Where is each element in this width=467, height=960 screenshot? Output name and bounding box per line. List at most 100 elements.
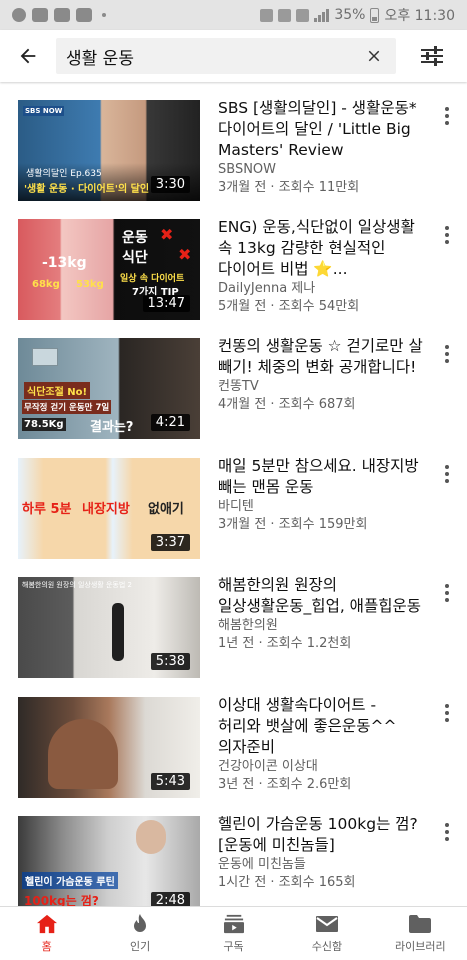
x-mark-icon: ✖ [178, 245, 192, 264]
video-meta: 3년 전 · 조회수 2.6만회 [218, 777, 352, 792]
arrow-left-icon [20, 48, 36, 64]
channel-name: 컨똥TV [218, 379, 259, 394]
video-meta: 1시간 전 · 조회수 165회 [218, 875, 356, 890]
sliders-icon [420, 46, 443, 66]
nav-subscriptions[interactable]: 구독 [187, 907, 280, 960]
video-title[interactable]: 이상대 생활속다이어트 - 허리와 뱃살에 좋은운동^^ 의자준비 [218, 695, 423, 758]
video-duration: 13:47 [142, 295, 190, 312]
channel-name: SBSNOW [218, 162, 277, 177]
home-icon [35, 913, 59, 935]
more-options-icon[interactable] [437, 104, 457, 128]
subscriptions-icon [222, 913, 246, 935]
back-button[interactable] [0, 30, 56, 82]
video-thumbnail[interactable]: 5:43 [18, 697, 200, 798]
search-box[interactable] [56, 38, 396, 74]
thumb-caption: 해봄한의원 원장의 일상생활 운동법 2 [22, 581, 132, 589]
thumb-headline: '생활 운동 · 다이어트'의 달인 [24, 184, 150, 195]
result-item[interactable]: 식단조절 No! 무작정 걷기 운동만 7일 78.5Kg 결과는? 4:21 … [0, 320, 467, 440]
thumb-logo-text: SBS NOW [23, 106, 65, 116]
video-meta: 4개월 전 · 조회수 687회 [218, 397, 356, 412]
person-figure [48, 719, 118, 789]
thumb-text: 식단조절 No! [24, 382, 91, 399]
nav-trending[interactable]: 인기 [93, 907, 186, 960]
result-item[interactable]: 하루 5분 내장지방 없애기 3:37 매일 5분만 참으세요. 내장지방 빼는… [0, 440, 467, 560]
bottom-nav: 홈 인기 구독 수신함 라이브러리 [0, 906, 467, 960]
thumb-text: 53kg [76, 279, 104, 290]
signal-icon [314, 8, 330, 22]
video-title[interactable]: 매일 5분만 참으세요. 내장지방 빼는 맨몸 운동 [218, 456, 423, 498]
thumb-text: 없애기 [148, 502, 184, 517]
video-meta: 1년 전 · 조회수 1.2천회 [218, 636, 352, 651]
channel-name: 건강아이콘 이상대 [218, 759, 318, 774]
channel-name: 운동에 미친놈들 [218, 857, 306, 872]
mail-icon [315, 913, 339, 935]
result-item[interactable]: 헬린이 가슴운동 루틴 100kg는 껌? 2:48 헬린이 가슴운동 100k… [0, 798, 467, 906]
video-title[interactable]: 헬린이 가슴운동 100kg는 껌? [운동에 미친놈들] [218, 814, 423, 856]
video-duration: 3:37 [150, 534, 190, 551]
more-options-icon[interactable] [437, 820, 457, 844]
clock: 오후 11:30 [384, 8, 455, 24]
nav-subscriptions-label: 구독 [223, 940, 244, 953]
video-duration: 2:48 [150, 892, 190, 906]
video-thumbnail[interactable]: 헬린이 가슴운동 루틴 100kg는 껌? 2:48 [18, 816, 200, 906]
filter-button[interactable] [396, 30, 467, 82]
more-options-icon[interactable] [437, 342, 457, 366]
result-item[interactable]: SBS NOW 생활의달인 Ep.635 '생활 운동 · 다이어트'의 달인 … [0, 82, 467, 202]
thumb-text: 68kg [32, 279, 60, 290]
channel-name: DailyJenna 제나 [218, 281, 316, 296]
channel-name: 바디텐 [218, 499, 254, 514]
gallery-notification-icon [76, 8, 92, 22]
nav-home[interactable]: 홈 [0, 907, 93, 960]
thumb-caption: 생활의달인 Ep.635 [26, 169, 102, 179]
video-thumbnail[interactable]: 해봄한의원 원장의 일상생활 운동법 2 5:38 [18, 577, 200, 678]
battery-icon [370, 7, 380, 23]
channel-name: 해봄한의원 [218, 618, 278, 633]
video-duration: 4:21 [150, 414, 190, 431]
thumb-text: 헬린이 가슴운동 루틴 [22, 872, 118, 889]
search-results: SBS NOW 생활의달인 Ep.635 '생활 운동 · 다이어트'의 달인 … [0, 82, 467, 906]
nav-trending-label: 인기 [129, 940, 151, 953]
flame-icon [128, 913, 152, 935]
thumb-text: -13kg [42, 255, 87, 271]
message-notification-icon [32, 8, 48, 22]
video-thumbnail[interactable]: 식단조절 No! 무작정 걷기 운동만 7일 78.5Kg 결과는? 4:21 [18, 338, 200, 439]
nav-inbox[interactable]: 수신함 [280, 907, 373, 960]
thumb-text: 운동 [122, 230, 148, 246]
person-figure [112, 603, 124, 661]
person-face [136, 820, 166, 854]
more-options-icon[interactable] [437, 701, 457, 725]
video-thumbnail[interactable]: SBS NOW 생활의달인 Ep.635 '생활 운동 · 다이어트'의 달인 … [18, 100, 200, 201]
nav-library-label: 라이브러리 [395, 940, 446, 953]
nav-home-label: 홈 [41, 940, 52, 953]
video-duration: 3:30 [150, 176, 190, 193]
video-title[interactable]: 해봄한의원 원장의 일상생활운동_힙업, 애플힙운동 [218, 575, 423, 617]
video-thumbnail[interactable]: 하루 5분 내장지방 없애기 3:37 [18, 458, 200, 559]
result-item[interactable]: -13kg 68kg 53kg 운동 ✖ 식단 ✖ 일상 속 다이어트 7가지 … [0, 201, 467, 321]
search-input[interactable] [66, 46, 360, 66]
chat-notification-icon [54, 8, 70, 22]
clear-search-button[interactable] [360, 42, 388, 70]
more-notifications-icon [102, 13, 106, 17]
x-mark-icon: ✖ [160, 225, 174, 244]
system-status: 35% 오후 11:30 [260, 5, 455, 25]
status-bar: 35% 오후 11:30 [0, 0, 467, 30]
close-icon [368, 50, 380, 62]
search-header [0, 30, 467, 82]
video-duration: 5:43 [150, 773, 190, 790]
video-title[interactable]: 컨똥의 생활운동 ☆ 걷기로만 살 빼기! 체중의 변화 공개합니다! [218, 336, 423, 378]
alarm-icon [278, 8, 292, 22]
video-title[interactable]: SBS [생활의달인] - 생활운동*다이어트의 달인 / 'Little Bi… [218, 98, 423, 161]
video-title[interactable]: ENG) 운동,식단없이 일상생활 속 13kg 감량한 현실적인 다이어트 비… [218, 217, 423, 280]
battery-percent: 35% [334, 7, 366, 23]
more-options-icon[interactable] [437, 223, 457, 247]
nav-library[interactable]: 라이브러리 [374, 907, 467, 960]
result-item[interactable]: 해봄한의원 원장의 일상생활 운동법 2 5:38 해봄한의원 원장의 일상생활… [0, 559, 467, 679]
folder-icon [408, 913, 432, 935]
result-item[interactable]: 5:43 이상대 생활속다이어트 - 허리와 뱃살에 좋은운동^^ 의자준비 건… [0, 679, 467, 799]
more-options-icon[interactable] [437, 581, 457, 605]
thumb-text: 78.5Kg [22, 418, 66, 431]
video-thumbnail[interactable]: -13kg 68kg 53kg 운동 ✖ 식단 ✖ 일상 속 다이어트 7가지 … [18, 219, 200, 320]
more-options-icon[interactable] [437, 462, 457, 486]
mute-icon [260, 8, 274, 22]
wifi-icon [296, 8, 310, 22]
